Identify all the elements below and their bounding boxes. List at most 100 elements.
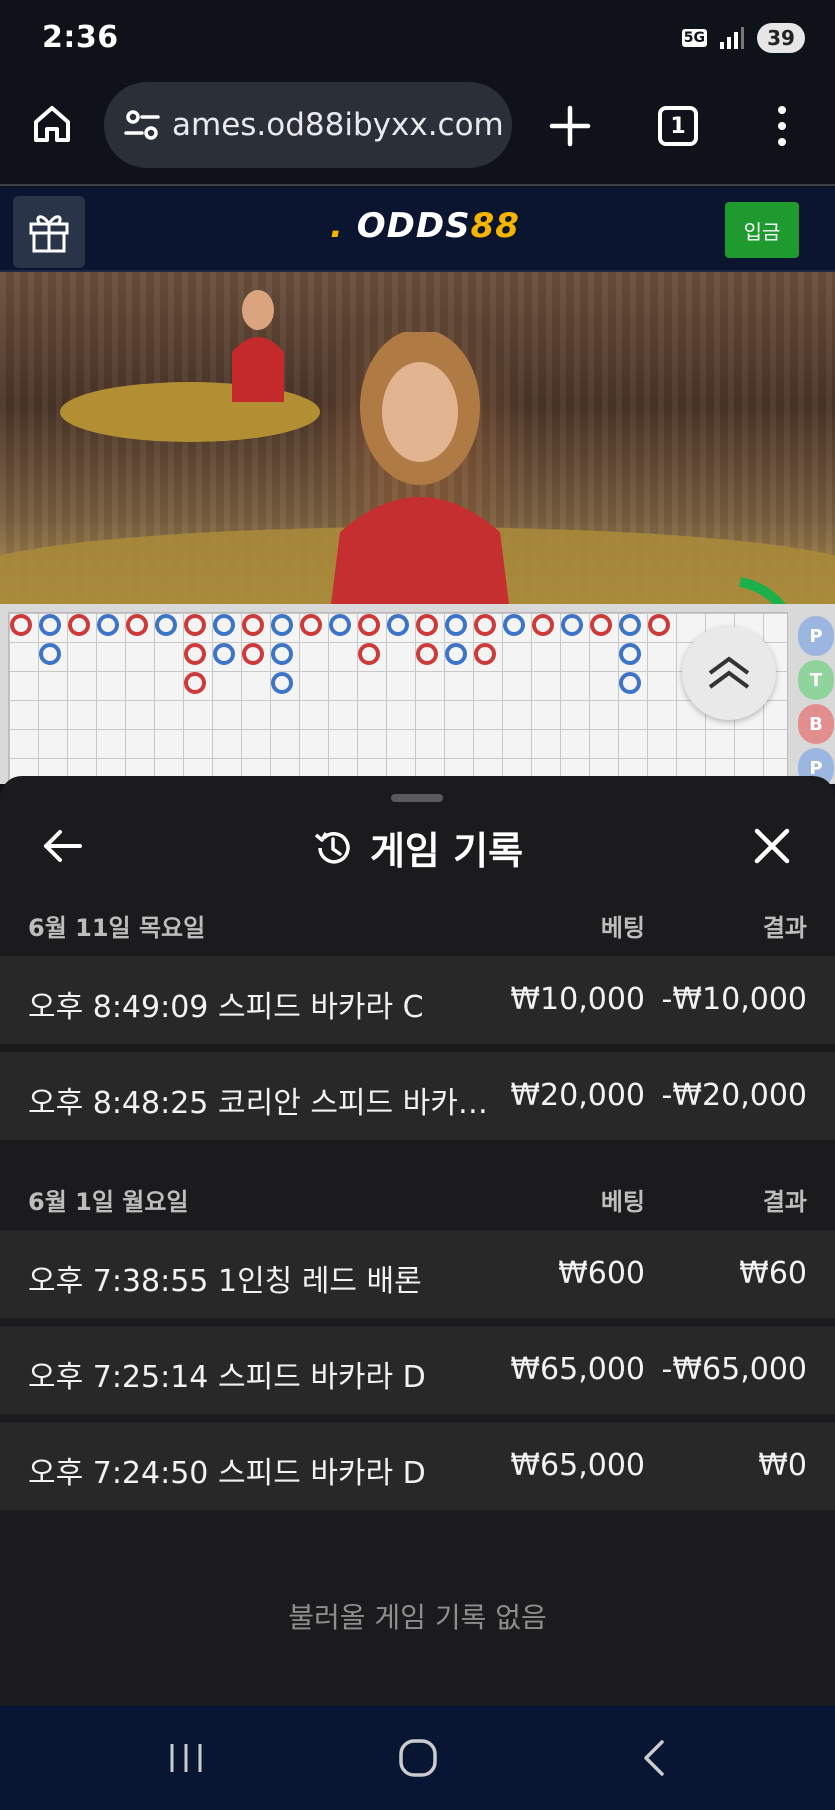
history-icon bbox=[314, 831, 350, 864]
banker-bead bbox=[416, 614, 438, 636]
recent-apps-icon[interactable] bbox=[164, 1736, 208, 1780]
new-tab-icon[interactable] bbox=[548, 104, 592, 148]
player-bead bbox=[155, 614, 177, 636]
collapse-button[interactable] bbox=[682, 626, 776, 720]
row-result: ₩0 bbox=[758, 1448, 807, 1483]
back-nav-icon[interactable] bbox=[632, 1736, 676, 1780]
banker-bead bbox=[184, 643, 206, 665]
banker-predict-button[interactable]: B bbox=[798, 704, 834, 744]
row-time: 오후 7:38:55 bbox=[28, 1264, 209, 1299]
row-time: 오후 7:25:14 bbox=[28, 1360, 209, 1395]
history-row[interactable]: 오후 7:25:14 스피드 바카라 D ₩65,000 -₩65,000 bbox=[0, 1326, 835, 1414]
player-bead bbox=[619, 614, 641, 636]
gift-button[interactable] bbox=[13, 196, 85, 268]
row-bet: ₩600 bbox=[558, 1256, 645, 1291]
player-bead bbox=[271, 672, 293, 694]
history-row[interactable]: 오후 7:24:50 스피드 바카라 D ₩65,000 ₩0 bbox=[0, 1422, 835, 1510]
player-bead bbox=[271, 643, 293, 665]
player-bead bbox=[39, 643, 61, 665]
history-row[interactable]: 오후 8:49:09 스피드 바카라 C ₩10,000 -₩10,000 bbox=[0, 956, 835, 1044]
player-bead bbox=[329, 614, 351, 636]
row-game: 스피드 바카라 D bbox=[218, 1456, 426, 1491]
banker-bead bbox=[474, 614, 496, 636]
home-icon[interactable] bbox=[30, 102, 74, 146]
player-bead bbox=[445, 643, 467, 665]
row-result: ₩60 bbox=[739, 1256, 807, 1291]
game-history-sheet: 게임 기록 6월 11일 목요일 베팅 결과 오후 8:49:09 스피드 바카… bbox=[0, 776, 835, 1706]
gift-icon bbox=[29, 215, 69, 253]
address-bar[interactable]: ames.od88ibyxx.com bbox=[104, 82, 512, 168]
history-row[interactable]: 오후 8:48:25 코리안 스피드 바카라... ₩20,000 -₩20,0… bbox=[0, 1052, 835, 1140]
drag-handle[interactable] bbox=[391, 794, 443, 802]
empty-history-message: 불러올 게임 기록 없음 bbox=[288, 1601, 547, 1634]
row-time: 오후 8:48:25 bbox=[28, 1086, 209, 1121]
row-bet: ₩65,000 bbox=[510, 1352, 645, 1387]
banker-bead bbox=[474, 643, 496, 665]
row-game: 코리안 스피드 바카라... bbox=[218, 1086, 500, 1121]
player-bead bbox=[445, 614, 467, 636]
banker-bead bbox=[358, 643, 380, 665]
sheet-title: 게임 기록 bbox=[0, 820, 835, 875]
result-column-header: 결과 bbox=[762, 914, 807, 942]
row-result: -₩20,000 bbox=[661, 1078, 807, 1113]
close-icon[interactable] bbox=[752, 826, 792, 866]
row-time: 오후 8:49:09 bbox=[28, 990, 209, 1025]
result-column-header: 결과 bbox=[762, 1188, 807, 1216]
banker-bead bbox=[126, 614, 148, 636]
row-bet: ₩20,000 bbox=[510, 1078, 645, 1113]
banker-bead bbox=[648, 614, 670, 636]
sheet-title-text: 게임 기록 bbox=[369, 829, 524, 873]
bet-column-header: 베팅 bbox=[600, 1188, 645, 1216]
row-result: -₩10,000 bbox=[661, 982, 807, 1017]
banker-bead bbox=[532, 614, 554, 636]
player-bead bbox=[213, 643, 235, 665]
prediction-buttons: P T B P bbox=[798, 616, 834, 784]
banker-bead bbox=[10, 614, 32, 636]
history-row[interactable]: 오후 7:38:55 1인칭 레드 배론 ₩600 ₩60 bbox=[0, 1230, 835, 1318]
banker-bead bbox=[184, 672, 206, 694]
live-dealer-video[interactable]: 6 bbox=[0, 272, 835, 604]
browser-toolbar: ames.od88ibyxx.com 1 bbox=[0, 76, 835, 186]
date-label: 6월 1일 월요일 bbox=[28, 1188, 189, 1216]
tab-switcher-button[interactable]: 1 bbox=[658, 106, 698, 146]
banker-bead bbox=[358, 614, 380, 636]
home-nav-icon[interactable] bbox=[396, 1736, 440, 1780]
row-time: 오후 7:24:50 bbox=[28, 1456, 209, 1491]
background-dealer bbox=[232, 290, 284, 402]
site-settings-icon[interactable] bbox=[122, 105, 162, 145]
banker-bead bbox=[242, 614, 264, 636]
player-bead bbox=[213, 614, 235, 636]
banker-bead bbox=[68, 614, 90, 636]
system-nav-bar bbox=[0, 1706, 835, 1810]
banker-bead bbox=[184, 614, 206, 636]
countdown-ring bbox=[739, 577, 786, 604]
bead-road: P T B P bbox=[0, 604, 835, 784]
date-label: 6월 11일 목요일 bbox=[28, 914, 206, 942]
banker-bead bbox=[300, 614, 322, 636]
deposit-button[interactable]: 입금 bbox=[725, 202, 799, 258]
double-chevron-up-icon bbox=[708, 656, 750, 689]
player-bead bbox=[619, 672, 641, 694]
banker-bead bbox=[242, 643, 264, 665]
player-predict-button[interactable]: P bbox=[798, 616, 834, 656]
signal-icon bbox=[720, 27, 744, 49]
url-text: ames.od88ibyxx.com bbox=[172, 107, 504, 143]
date-group-header: 6월 1일 월요일 베팅 결과 bbox=[0, 1168, 835, 1230]
player-bead bbox=[387, 614, 409, 636]
tie-predict-button[interactable]: T bbox=[798, 660, 834, 700]
road-grid bbox=[8, 612, 788, 784]
site-header: . ODDS88 입금 bbox=[0, 188, 835, 272]
banker-bead bbox=[416, 643, 438, 665]
status-icons: 5G 39 bbox=[681, 20, 805, 56]
row-game: 스피드 바카라 D bbox=[218, 1360, 426, 1395]
banker-bead bbox=[590, 614, 612, 636]
player-bead bbox=[97, 614, 119, 636]
player-bead bbox=[271, 614, 293, 636]
battery-icon: 39 bbox=[757, 23, 805, 53]
bet-column-header: 베팅 bbox=[600, 914, 645, 942]
player-bead bbox=[619, 643, 641, 665]
logo-text: ODDS bbox=[356, 206, 471, 246]
status-time: 2:36 bbox=[42, 20, 119, 55]
odds88-logo[interactable]: . ODDS88 bbox=[330, 206, 520, 246]
more-menu-icon[interactable] bbox=[770, 104, 794, 148]
